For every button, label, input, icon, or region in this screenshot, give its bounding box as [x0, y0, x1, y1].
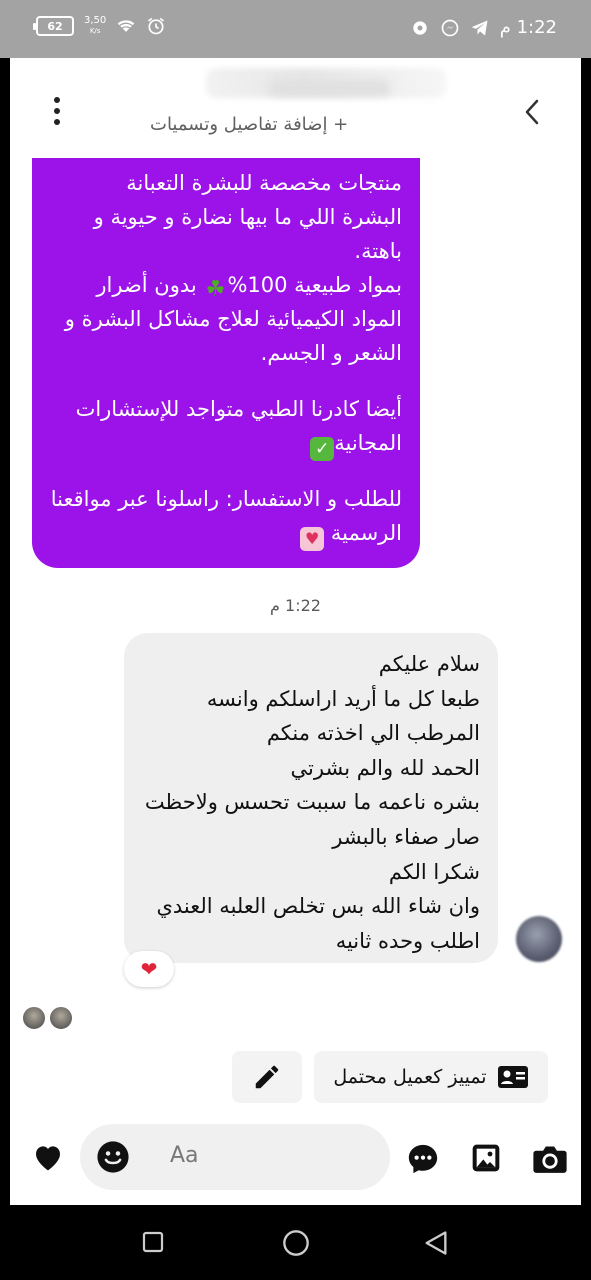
- status-bar: 62 3,50 K/s 1:22 م: [0, 0, 591, 58]
- message-line: وان شاء الله بس تخلص العلبه العندي: [156, 894, 480, 919]
- messenger-icon: [441, 19, 459, 36]
- sticker-icon[interactable]: [96, 1140, 130, 1174]
- clover-emoji-icon: ☘: [205, 277, 226, 302]
- message-line-with-emoji: بمواد طبيعية 100%☘ بدون أضرار: [50, 268, 402, 302]
- network-speed: 3,50 K/s: [84, 16, 106, 36]
- pencil-icon: [255, 1065, 279, 1089]
- message-line: بدون أضرار: [96, 273, 197, 297]
- quick-actions: تمييز كعميل محتمل: [10, 1051, 581, 1107]
- chat-screen: منتجات مخصصة للبشرة التعبانة البشرة اللي…: [10, 58, 581, 1205]
- clock: 1:22 م: [499, 17, 557, 38]
- wifi-icon: [117, 20, 135, 32]
- chat-header: + إضافة تفاصيل وتسميات: [10, 58, 581, 158]
- heart-emoji-icon: ♥: [300, 527, 325, 551]
- message-line: الشعر و الجسم.: [260, 341, 402, 365]
- message-line: المواد الكيميائية لعلاج مشاكل البشرة و: [64, 307, 402, 331]
- gallery-icon[interactable]: [470, 1142, 502, 1174]
- message-line: بشره ناعمه ما سببت تحسس ولاحظت: [144, 790, 480, 815]
- network-speed-unit: K/s: [89, 27, 101, 35]
- camera-icon[interactable]: [532, 1142, 568, 1176]
- contact-card-icon: [497, 1066, 528, 1088]
- incoming-message-bubble[interactable]: سلام عليكم طبعا كل ما أريد اراسلكم وانسه…: [124, 633, 498, 963]
- edit-button[interactable]: [232, 1051, 302, 1103]
- telegram-icon: [471, 20, 488, 35]
- message-line: المجانية: [334, 431, 402, 455]
- outgoing-message-bubble[interactable]: منتجات مخصصة للبشرة التعبانة البشرة اللي…: [32, 138, 420, 568]
- notification-icon: [413, 20, 427, 35]
- chat-bubble-icon[interactable]: [406, 1142, 440, 1176]
- message-line: منتجات مخصصة للبشرة التعبانة: [126, 171, 402, 195]
- add-details-link[interactable]: + إضافة تفاصيل وتسميات: [150, 114, 348, 135]
- message-line: البشرة اللي ما بيها نضارة و حيوية و: [93, 205, 402, 229]
- recents-icon[interactable]: [141, 1230, 165, 1254]
- seen-avatar: [49, 1006, 73, 1030]
- battery-icon: 62: [33, 16, 74, 36]
- message-line: طبعا كل ما أريد اراسلكم وانسه: [206, 686, 480, 711]
- mark-as-lead-button[interactable]: تمييز كعميل محتمل: [314, 1051, 548, 1103]
- home-icon[interactable]: [282, 1229, 310, 1257]
- message-line: المرطب الي اخذته منكم: [266, 721, 480, 746]
- back-icon[interactable]: [423, 1229, 449, 1257]
- message-line: صار صفاء بالبشر: [332, 824, 480, 849]
- alarm-icon: [148, 17, 165, 35]
- like-heart-icon[interactable]: [32, 1142, 64, 1172]
- sender-avatar[interactable]: [516, 916, 562, 962]
- message-line-with-emoji: المجانية✓: [50, 426, 402, 461]
- message-line: اطلب وحده ثانيه: [335, 928, 480, 953]
- check-emoji-icon: ✓: [310, 437, 335, 461]
- message-line: بمواد طبيعية 100%: [227, 273, 402, 297]
- message-line: باهتة.: [354, 239, 402, 263]
- message-input[interactable]: Aa: [80, 1124, 390, 1190]
- message-timestamp: 1:22 م: [270, 596, 321, 615]
- message-line-with-emoji: الرسمية ♥: [50, 516, 402, 551]
- message-composer: Aa: [10, 1120, 581, 1190]
- network-speed-value: 3,50: [84, 15, 107, 26]
- message-line: للطلب و الاستفسار: راسلونا عبر مواقعنا: [50, 487, 402, 511]
- seen-avatar: [22, 1006, 46, 1030]
- mark-as-lead-label: تمييز كعميل محتمل: [333, 1066, 487, 1088]
- contact-name-redacted-inner: [270, 80, 390, 96]
- message-input-placeholder: Aa: [170, 1143, 199, 1168]
- message-line: الرسمية: [330, 521, 402, 545]
- heart-reaction-icon[interactable]: ❤: [124, 951, 174, 987]
- message-line: شكرا الكم: [388, 859, 480, 884]
- battery-level: 62: [47, 19, 63, 33]
- message-line: الحمد لله والم بشرتي: [290, 755, 480, 780]
- message-line: سلام عليكم: [378, 652, 480, 676]
- back-arrow-icon[interactable]: [522, 98, 542, 126]
- system-navigation-bar: [0, 1205, 591, 1280]
- more-options-icon[interactable]: [50, 96, 64, 126]
- seen-by-avatars[interactable]: [22, 1006, 73, 1030]
- message-line: أيضا كادرنا الطبي متواجد للإستشارات: [75, 397, 402, 421]
